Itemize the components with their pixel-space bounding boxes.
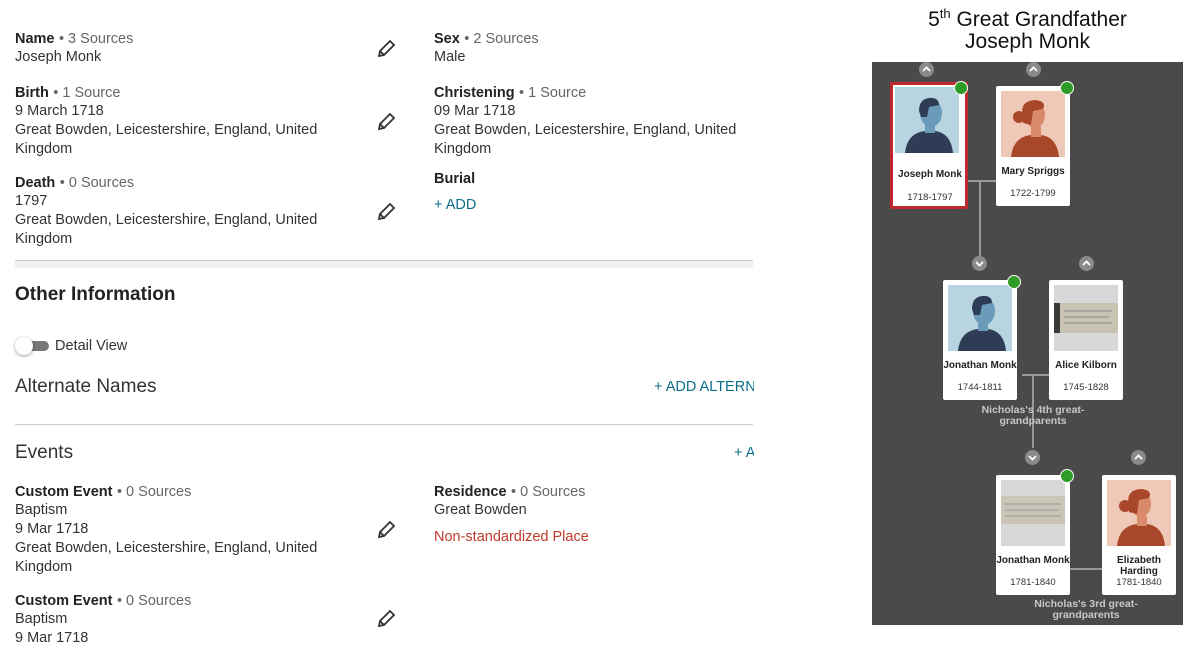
relation-suffix: th	[939, 6, 951, 21]
person-card[interactable]: Alice Kilborn 1745-1828	[1049, 280, 1123, 400]
couple-line	[1069, 568, 1102, 570]
fact-birth: Birth • 1 Source 9 March 1718 Great Bowd…	[15, 84, 355, 159]
event-custom-2: Custom Event • 0 Sources Baptism 9 Mar 1…	[15, 592, 355, 645]
person-dates: 1718-1797	[907, 192, 953, 203]
fact-sources[interactable]: • 1 Source	[519, 85, 586, 101]
edit-event-pencil-icon[interactable]	[375, 608, 397, 630]
add-alternate-name-link[interactable]: + ADD ALTERN	[654, 379, 754, 395]
other-information-title: Other Information	[15, 284, 176, 305]
expand-up-chevron-icon[interactable]	[1079, 256, 1094, 271]
event-type: Baptism	[15, 502, 68, 518]
fact-name: Name • 3 Sources Joseph Monk	[15, 30, 355, 67]
fact-label: Birth	[15, 85, 49, 101]
fact-value: Male	[434, 49, 466, 65]
fact-date: 09 Mar 1718	[434, 103, 516, 119]
person-title: Joseph Monk	[965, 30, 1090, 53]
edit-name-pencil-icon[interactable]	[375, 38, 397, 60]
fact-label: Christening	[434, 85, 515, 101]
person-card[interactable]: Jonathan Monk 1781-1840	[996, 475, 1070, 595]
fact-date: 1797	[15, 193, 48, 209]
person-name: Mary Spriggs	[1001, 166, 1065, 177]
expand-up-chevron-icon[interactable]	[1131, 450, 1146, 465]
hint-leaf-icon[interactable]	[1060, 469, 1074, 483]
edit-event-pencil-icon[interactable]	[375, 519, 397, 541]
add-event-link[interactable]: + A	[734, 445, 754, 461]
fact-place: Great Bowden, Leicestershire, England, U…	[434, 122, 737, 157]
fact-sources[interactable]: • 1 Source	[53, 85, 120, 101]
event-custom-1: Custom Event • 0 Sources Baptism 9 Mar 1…	[15, 483, 355, 577]
event-sources[interactable]: • 0 Sources	[511, 484, 585, 500]
hint-leaf-icon[interactable]	[954, 81, 968, 95]
fact-date: 9 March 1718	[15, 103, 104, 119]
female-avatar-icon	[1001, 91, 1065, 157]
fact-label: Death	[15, 175, 56, 191]
person-dates: 1745-1828	[1063, 382, 1109, 393]
person-dates: 1744-1811	[957, 382, 1003, 393]
person-name: Elizabeth Harding	[1117, 555, 1161, 577]
fact-label: Burial	[434, 171, 476, 187]
edit-death-pencil-icon[interactable]	[375, 201, 397, 223]
event-place: Great Bowden, Leicestershire, England, U…	[15, 540, 318, 575]
person-dates: 1781-1840	[1010, 577, 1056, 588]
fact-place: Great Bowden, Leicestershire, England, U…	[15, 122, 318, 157]
fact-christening: Christening • 1 Source 09 Mar 1718 Great…	[434, 84, 774, 159]
event-sources[interactable]: • 0 Sources	[117, 593, 191, 609]
fact-label: Sex	[434, 31, 460, 47]
couple-line	[966, 180, 998, 182]
female-avatar-icon	[1107, 480, 1171, 546]
event-residence: Residence • 0 Sources Great Bowden Non-s…	[434, 483, 774, 545]
document-photo-icon	[1001, 480, 1065, 546]
fact-sources[interactable]: • 3 Sources	[59, 31, 133, 47]
family-tree-panel: Joseph Monk 1718-1797 Mary Spriggs 1722-…	[872, 62, 1183, 625]
detail-view-label: Detail View	[55, 338, 128, 354]
expand-up-chevron-icon[interactable]	[919, 62, 934, 77]
add-burial-link[interactable]: + ADD	[434, 197, 774, 213]
fact-sex: Sex • 2 Sources Male	[434, 30, 774, 67]
event-date: 9 Mar 1718	[15, 521, 89, 537]
male-avatar-icon	[948, 285, 1012, 351]
person-dates: 1781-1840	[1116, 577, 1162, 588]
person-card[interactable]: Jonathan Monk 1744-1811	[943, 280, 1017, 400]
person-card[interactable]: Mary Spriggs 1722-1799	[996, 86, 1070, 206]
event-label: Custom Event	[15, 593, 113, 609]
events-title: Events	[15, 442, 74, 463]
descent-line	[979, 180, 981, 260]
person-name: Jonathan Monk	[996, 555, 1070, 566]
document-photo-icon	[1054, 285, 1118, 351]
hint-leaf-icon[interactable]	[1060, 81, 1074, 95]
detail-view-toggle[interactable]	[15, 337, 49, 355]
event-place: Great Bowden	[434, 502, 527, 518]
person-card[interactable]: Elizabeth Harding 1781-1840	[1102, 475, 1176, 595]
event-type: Baptism	[15, 611, 68, 627]
section-divider	[15, 260, 753, 268]
person-name: Joseph Monk	[898, 169, 962, 180]
fact-value: Joseph Monk	[15, 49, 102, 65]
event-label: Custom Event	[15, 484, 113, 500]
fact-label: Name	[15, 31, 55, 47]
fact-sources[interactable]: • 0 Sources	[60, 175, 134, 191]
event-date: 9 Mar 1718	[15, 630, 89, 645]
male-avatar-icon	[895, 87, 959, 153]
person-name: Jonathan Monk	[943, 360, 1017, 371]
person-card-selected[interactable]: Joseph Monk 1718-1797	[890, 82, 968, 209]
collapse-down-chevron-icon[interactable]	[1025, 450, 1040, 465]
person-dates: 1722-1799	[1010, 188, 1056, 199]
collapse-down-chevron-icon[interactable]	[972, 256, 987, 271]
person-name: Alice Kilborn	[1055, 360, 1117, 371]
event-sources[interactable]: • 0 Sources	[117, 484, 191, 500]
divider	[15, 424, 753, 425]
fact-place: Great Bowden, Leicestershire, England, U…	[15, 212, 318, 247]
couple-relationship-label: Nicholas's 3rd great-grandparents	[1034, 598, 1138, 621]
fact-burial: Burial + ADD	[434, 170, 774, 213]
alternate-names-title: Alternate Names	[15, 376, 157, 397]
hint-leaf-icon[interactable]	[1007, 275, 1021, 289]
fact-death: Death • 0 Sources 1797 Great Bowden, Lei…	[15, 174, 355, 249]
event-label: Residence	[434, 484, 507, 500]
fact-sources[interactable]: • 2 Sources	[464, 31, 538, 47]
expand-up-chevron-icon[interactable]	[1026, 62, 1041, 77]
couple-relationship-label: Nicholas's 4th great-grandparents	[981, 404, 1085, 427]
couple-line	[1022, 374, 1052, 376]
edit-birth-pencil-icon[interactable]	[375, 111, 397, 133]
non-standardized-place-warning[interactable]: Non-standardized Place	[434, 529, 774, 545]
